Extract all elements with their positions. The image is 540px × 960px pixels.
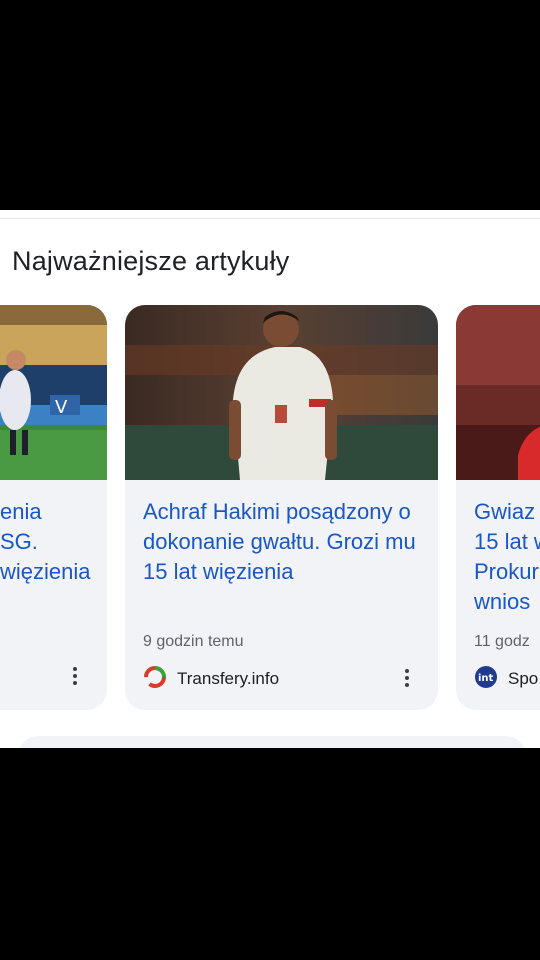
divider (0, 218, 540, 219)
headline-line: SG. (0, 529, 38, 554)
svg-text:V: V (55, 397, 68, 418)
sport-logo-icon: int (474, 665, 498, 694)
article-time: 11 godz (474, 633, 530, 650)
article-card-left[interactable]: V enia SG. więzienia (0, 305, 107, 710)
headline-line: więzienia (0, 559, 91, 584)
headline-line: enia (0, 499, 42, 524)
svg-text:int: int (478, 673, 494, 684)
news-feed-screen: Najważniejsze artykuły V enia SG. więzie… (0, 210, 540, 748)
article-card-right[interactable]: Gwiaz 15 lat w Prokur wnios 11 godz int … (456, 305, 540, 710)
article-time: 9 godzin temu (143, 633, 244, 650)
bottom-card[interactable] (18, 736, 526, 748)
headline-line: 15 lat w (474, 529, 540, 554)
source-name: Spo (508, 669, 539, 688)
article-image (456, 305, 540, 480)
headline-line: Gwiaz (474, 499, 536, 524)
article-image (125, 305, 438, 480)
article-headline: Achraf Hakimi posądzony o dokonanie gwał… (143, 499, 416, 584)
section-title: Najważniejsze artykuły (12, 246, 290, 276)
source-row: Transfery.info (143, 665, 280, 694)
article-card-main[interactable]: Achraf Hakimi posądzony o dokonanie gwał… (125, 305, 438, 710)
headline-line: wnios (474, 589, 531, 614)
source-name: Transfery.info (177, 669, 280, 688)
more-options-button[interactable] (405, 669, 409, 687)
source-row: int Spo (474, 665, 539, 694)
article-image: V (0, 305, 107, 480)
more-options-button[interactable] (73, 667, 77, 685)
article-headline: Gwiaz 15 lat w Prokur wnios (474, 497, 540, 617)
article-headline: enia SG. więzienia (0, 497, 107, 587)
transfery-logo-icon (143, 665, 167, 694)
headline-line: Prokur (474, 559, 539, 584)
